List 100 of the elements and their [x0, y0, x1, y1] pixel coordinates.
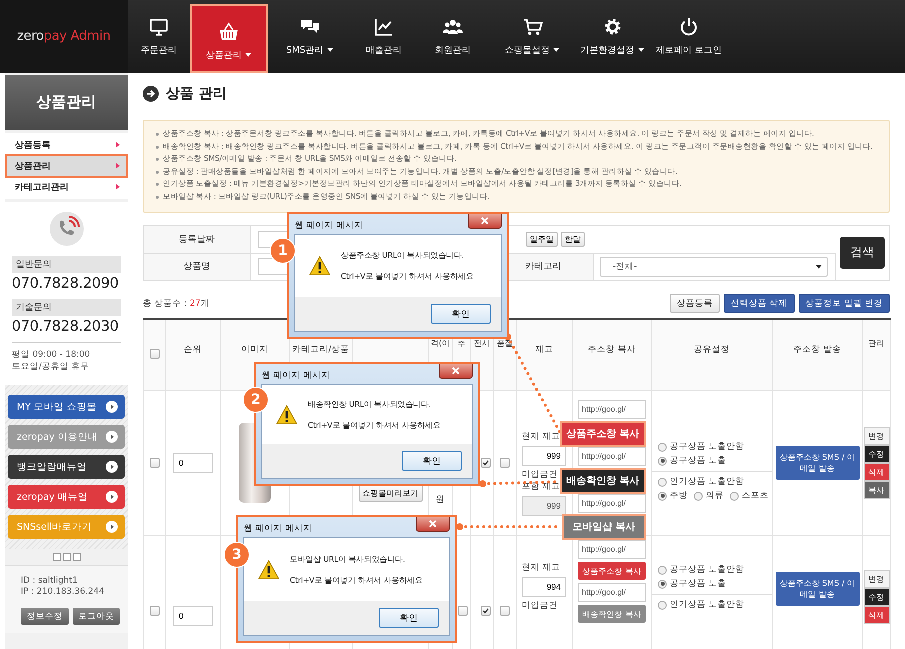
action-button[interactable]: 상품등록 — [670, 294, 720, 314]
line-chart-icon — [374, 16, 394, 36]
close-button[interactable] — [439, 364, 473, 379]
close-icon — [481, 217, 489, 225]
stock-label: 현재 재고 — [522, 431, 562, 444]
banner-button[interactable]: 뱅크알람매뉴얼 — [8, 455, 125, 479]
manage-button[interactable]: 변경 — [864, 427, 890, 446]
nav-tab[interactable]: 주문관리 — [128, 0, 190, 73]
form-label: 등록날짜 — [144, 226, 251, 253]
contact-label: 기술문의 — [12, 299, 121, 316]
monitor-icon — [149, 16, 169, 36]
radio-label: 공구상품 노출안함 — [670, 564, 745, 576]
ok-button[interactable]: 확인 — [431, 304, 491, 324]
ok-button[interactable]: 확인 — [402, 451, 462, 471]
account-button[interactable]: 로그아웃 — [72, 608, 120, 625]
sidebar-item[interactable]: 상품등록 — [7, 135, 126, 155]
nav-tab[interactable]: SMS관리 — [268, 0, 352, 73]
radio-button[interactable] — [658, 580, 667, 589]
nav-tab[interactable]: 쇼핑몰설정 — [490, 0, 575, 73]
radio-button[interactable] — [658, 442, 667, 452]
period-button[interactable]: 한달 — [561, 232, 585, 247]
phone-number: 070.7828.2090 — [12, 276, 120, 292]
send-button[interactable]: 상품주소창 SMS / 이메일 발송 — [776, 446, 860, 480]
radio-button[interactable] — [730, 492, 739, 501]
form-label: 상품명 — [144, 252, 251, 280]
column-header: 관리 — [868, 338, 884, 348]
dialog-title: 웹 페이지 메시지 — [244, 523, 312, 535]
radio-button[interactable] — [658, 492, 667, 501]
send-button[interactable]: 상품주소창 SMS / 이메일 발송 — [776, 572, 860, 606]
search-button[interactable]: 검색 — [840, 236, 885, 269]
stock-input[interactable]: 994 — [522, 577, 566, 598]
row-checkbox[interactable] — [150, 606, 160, 616]
stock-input: 999 — [522, 496, 566, 516]
manage-button[interactable]: 변경 — [864, 570, 890, 588]
ok-button[interactable]: 확인 — [379, 608, 439, 628]
url-field[interactable]: http://goo.gl/ — [578, 447, 646, 466]
checkbox[interactable] — [500, 458, 510, 468]
banner-button[interactable]: MY 모바일 쇼핑몰 — [8, 395, 125, 419]
category-select[interactable]: -전체- — [600, 256, 828, 277]
checkbox[interactable] — [500, 606, 510, 616]
row-checkbox[interactable] — [150, 458, 160, 468]
dialog-title: 웹 페이지 메시지 — [262, 370, 330, 382]
sidebar-item[interactable]: 상품관리 — [7, 156, 126, 176]
rank-input[interactable]: 0 — [173, 606, 213, 626]
nav-tab[interactable]: 기본환경설정 — [575, 0, 650, 73]
sidebar-item[interactable]: 카테고리관리 — [7, 177, 126, 197]
close-button[interactable] — [416, 517, 450, 532]
close-icon — [429, 520, 437, 528]
logo: zeropay Admin — [17, 29, 111, 44]
url-field[interactable]: http://goo.gl/ — [578, 540, 646, 560]
radio-button[interactable] — [658, 600, 667, 610]
page-title: 상품 관리 — [166, 85, 227, 103]
radio-button[interactable] — [658, 456, 667, 466]
column-header: 격(이 — [430, 338, 450, 348]
action-button[interactable]: 상품정보 일괄 변경 — [798, 294, 890, 314]
radio-label: 스포츠 — [742, 490, 769, 502]
nav-tab[interactable]: 상품관리 — [190, 4, 268, 73]
arrow-icon — [116, 184, 120, 190]
manage-button[interactable]: 수정 — [864, 588, 890, 606]
account-info: IP : 210.183.36.244 — [20, 587, 106, 598]
arrow-circle-icon — [143, 86, 159, 102]
copy-button[interactable]: 상품주소창 복사 — [578, 562, 646, 580]
manage-button[interactable]: 삭제 — [864, 606, 890, 624]
play-icon — [106, 461, 118, 473]
play-icon — [106, 401, 118, 413]
manage-button[interactable]: 복사 — [864, 481, 890, 500]
banner-button[interactable]: zeropay 매뉴얼 — [8, 485, 125, 509]
callout-label: 배송확인창 복사 — [560, 468, 646, 494]
close-icon — [452, 367, 460, 375]
action-button[interactable]: 선택상품 삭제 — [724, 294, 795, 314]
radio-button[interactable] — [658, 478, 667, 487]
select-all-checkbox[interactable] — [150, 349, 160, 360]
checkbox[interactable] — [481, 458, 491, 468]
manage-button[interactable]: 수정 — [864, 445, 890, 464]
url-field[interactable]: http://goo.gl/ — [578, 494, 646, 514]
nav-tab[interactable]: 회원관리 — [416, 0, 490, 73]
checkbox[interactable] — [481, 606, 491, 616]
nav-tab[interactable]: 제로페이 로그인 — [650, 0, 728, 73]
url-field[interactable]: http://goo.gl/ — [578, 400, 646, 420]
checkbox[interactable] — [458, 606, 468, 616]
column-header: 전시 — [474, 338, 490, 348]
nav-tab[interactable]: 매출관리 — [352, 0, 416, 73]
product-count: 총 상품수 : 27개 — [143, 298, 210, 310]
account-button[interactable]: 정보수정 — [21, 608, 68, 625]
radio-button[interactable] — [694, 492, 703, 501]
rank-input[interactable]: 0 — [173, 453, 213, 474]
radio-label: 주방 — [670, 490, 688, 502]
radio-label: 인기상품 노출안함 — [670, 476, 745, 488]
play-icon — [106, 431, 118, 443]
radio-label: 인기상품 노출안함 — [670, 599, 745, 612]
column-header: 추 — [458, 338, 466, 348]
pager-icon[interactable] — [52, 553, 80, 561]
manage-button[interactable]: 삭제 — [864, 463, 890, 482]
radio-button[interactable] — [658, 566, 667, 575]
period-button[interactable]: 일주일 — [526, 232, 558, 247]
warning-icon — [276, 404, 298, 424]
url-field[interactable]: http://goo.gl/ — [578, 583, 646, 602]
price-text: 원 — [435, 494, 446, 506]
stock-input[interactable]: 999 — [522, 446, 566, 466]
close-button[interactable] — [468, 214, 502, 229]
